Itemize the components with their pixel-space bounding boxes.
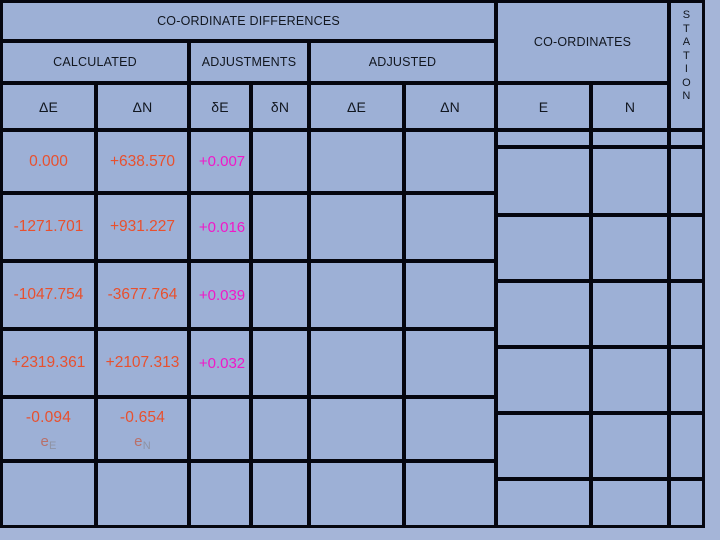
subgroup-header-adjusted: ADJUSTED [308, 40, 497, 84]
table-row[interactable] [308, 328, 405, 398]
station-letter-n: N [682, 90, 691, 102]
cell-calculated-delta-e: 0.000 [29, 152, 68, 170]
table-row[interactable] [403, 396, 497, 462]
table-row[interactable]: +0.032 [188, 328, 252, 398]
table-row[interactable] [590, 346, 670, 414]
table-row[interactable] [308, 192, 405, 262]
table-row[interactable] [188, 460, 252, 528]
cell-calculated-delta-n: -3677.764 [107, 286, 178, 303]
station-letter-a: A [682, 36, 691, 48]
cell-calculated-delta-n: +931.227 [109, 218, 176, 235]
table-row[interactable] [668, 280, 705, 348]
station-letter-t2: T [683, 49, 690, 62]
station-letter-t1: T [683, 22, 690, 35]
table-row[interactable]: +0.039 [188, 260, 252, 330]
table-row[interactable] [250, 192, 310, 262]
cell-calculated-delta-n: +638.570 [109, 152, 176, 170]
table-row[interactable] [590, 412, 670, 480]
table-row[interactable] [668, 478, 705, 528]
group-header-station: S T A T I O N [668, 0, 705, 131]
table-row[interactable]: +0.007 [188, 129, 252, 194]
table-row[interactable] [403, 460, 497, 528]
column-header-coordinate-n: N [590, 82, 670, 131]
table-row[interactable] [590, 280, 670, 348]
table-row[interactable] [668, 346, 705, 414]
column-header-calculated-delta-n: ΔN [95, 82, 190, 131]
table-row[interactable]: +2107.313 [95, 328, 190, 398]
table-row[interactable]: +638.570 [95, 129, 190, 194]
cell-calculated-delta-n: +2107.313 [105, 354, 180, 371]
table-row[interactable] [403, 328, 497, 398]
station-letter-s: S [682, 9, 691, 21]
table-row[interactable]: +931.227 [95, 192, 190, 262]
column-header-coordinate-e: E [495, 82, 592, 131]
group-header-coordinates: CO-ORDINATES [495, 0, 670, 84]
table-row[interactable] [495, 478, 592, 528]
table-row[interactable] [495, 146, 592, 216]
cell-calculated-delta-e: +2319.361 [11, 354, 86, 371]
table-row[interactable]: -1047.754 [0, 260, 97, 330]
table-row[interactable] [590, 146, 670, 216]
cell-adjustment-delta-e: +0.032 [198, 354, 246, 372]
table-row[interactable] [188, 396, 252, 462]
cell-adjustment-delta-e: +0.039 [198, 286, 246, 304]
cell-calculated-delta-e: -1047.754 [13, 286, 84, 303]
station-letter-i: I [684, 63, 689, 75]
table-row[interactable] [308, 396, 405, 462]
survey-traverse-sheet: CO-ORDINATE DIFFERENCES CO-ORDINATES S T… [0, 0, 720, 540]
group-header-coordinate-differences: CO-ORDINATE DIFFERENCES [0, 0, 497, 42]
table-row[interactable] [308, 460, 405, 528]
misclose-north-cell[interactable]: -0.654 eN [95, 396, 190, 462]
table-row[interactable]: -3677.764 [95, 260, 190, 330]
cell-adjustment-delta-e: +0.007 [198, 153, 246, 170]
table-row[interactable]: 0.000 [0, 129, 97, 194]
station-letter-o: O [682, 76, 691, 89]
table-row[interactable] [250, 129, 310, 194]
table-row[interactable] [308, 260, 405, 330]
table-row[interactable] [308, 129, 405, 194]
table-row[interactable] [668, 146, 705, 216]
subgroup-header-adjustments: ADJUSTMENTS [188, 40, 310, 84]
table-row[interactable] [590, 478, 670, 528]
misclose-east-label: eE [40, 432, 57, 452]
cell-adjustment-delta-e: +0.016 [198, 218, 246, 236]
table-row[interactable] [250, 328, 310, 398]
table-row[interactable] [495, 346, 592, 414]
misclose-north-label: eN [134, 432, 151, 452]
column-header-adjustment-delta-n: δN [250, 82, 310, 131]
table-row[interactable]: +2319.361 [0, 328, 97, 398]
table-row[interactable] [250, 260, 310, 330]
column-header-adjusted-delta-n: ΔN [403, 82, 497, 131]
table-row[interactable] [250, 460, 310, 528]
table-row[interactable] [668, 412, 705, 480]
cell-calculated-delta-e: -1271.701 [13, 218, 84, 235]
table-row[interactable] [403, 260, 497, 330]
column-header-calculated-delta-e: ΔE [0, 82, 97, 131]
table-row[interactable] [495, 412, 592, 480]
misclose-east-value: -0.094 [25, 408, 72, 426]
column-header-adjustment-delta-e: δE [188, 82, 252, 131]
table-row[interactable] [95, 460, 190, 528]
subgroup-header-calculated: CALCULATED [0, 40, 190, 84]
table-row[interactable] [250, 396, 310, 462]
table-row[interactable] [590, 214, 670, 282]
table-row[interactable]: -1271.701 [0, 192, 97, 262]
table-row[interactable] [495, 280, 592, 348]
table-row[interactable]: +0.016 [188, 192, 252, 262]
misclose-north-value: -0.654 [119, 408, 166, 426]
table-row[interactable] [0, 460, 97, 528]
table-row[interactable] [495, 214, 592, 282]
table-row[interactable] [403, 192, 497, 262]
misclose-east-cell[interactable]: -0.094 eE [0, 396, 97, 462]
table-row[interactable] [668, 214, 705, 282]
table-row[interactable] [403, 129, 497, 194]
column-header-adjusted-delta-e: ΔE [308, 82, 405, 131]
